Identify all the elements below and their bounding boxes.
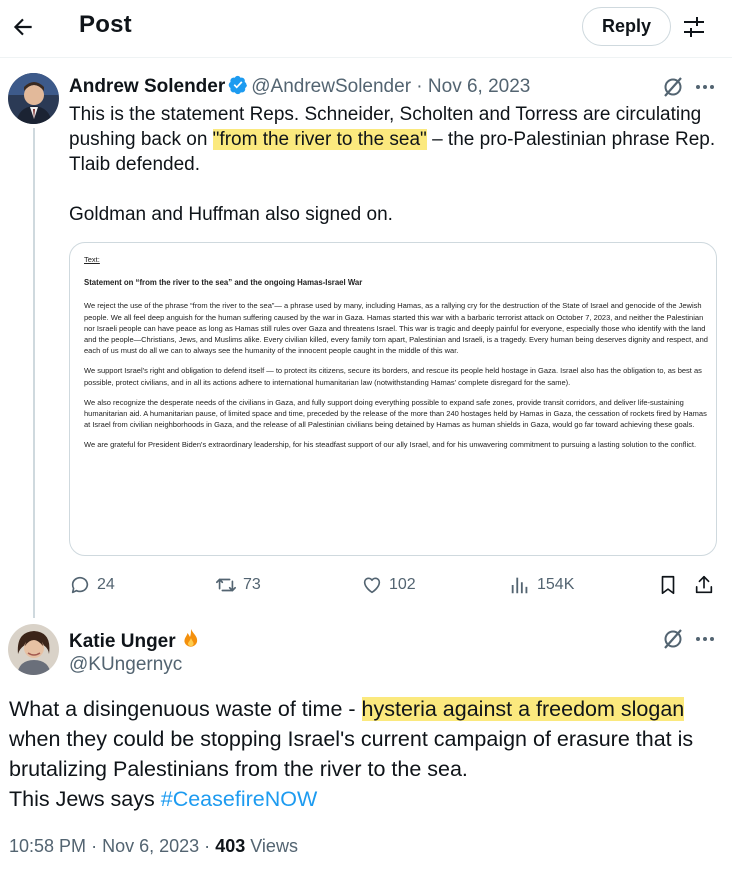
views-action[interactable]: 154K	[509, 572, 574, 598]
tweet2-body: What a disingenuous waste of time - hyst…	[9, 694, 721, 814]
attached-statement-image[interactable]: Text: Statement on “from the river to th…	[69, 242, 717, 556]
like-count: 102	[389, 576, 416, 593]
avatar[interactable]	[8, 624, 59, 675]
repost-action[interactable]: 73	[215, 572, 261, 598]
document-paragraph: We reject the use of the phrase “from th…	[84, 301, 708, 356]
tweet1-second-paragraph: Goldman and Huffman also signed on.	[69, 204, 393, 225]
document-label: Text:	[84, 255, 100, 264]
tweet1-action-bar: 24 73 102 154K	[69, 572, 719, 598]
avatar-image-icon	[8, 624, 59, 675]
analytics-bars-icon	[511, 577, 528, 594]
grok-icon[interactable]	[662, 628, 684, 650]
highlighted-phrase: "from the river to the sea"	[212, 129, 427, 150]
author-name[interactable]: Andrew Solender	[69, 76, 225, 97]
grok-icon[interactable]	[662, 76, 684, 98]
verified-badge-icon	[228, 75, 248, 95]
views-count: 403	[215, 836, 246, 856]
like-action[interactable]: 102	[361, 572, 416, 598]
thread-connector-line	[33, 128, 35, 618]
reply-bubble-icon	[71, 576, 89, 594]
bookmark-icon	[661, 575, 675, 595]
reply-count: 24	[97, 576, 115, 593]
statement-document: Text: Statement on “from the river to th…	[84, 254, 709, 460]
post-timestamp: 10:58 PM · Nov 6, 2023 · 403 Views	[9, 836, 298, 857]
reply-action[interactable]: 24	[69, 572, 115, 598]
highlighted-phrase: hysteria against a freedom slogan	[361, 697, 685, 721]
document-paragraph: We are grateful for President Biden's ex…	[84, 440, 697, 450]
post-date[interactable]: Nov 6, 2023	[428, 76, 530, 97]
view-count: 154K	[537, 576, 575, 593]
avatar-image-icon	[8, 73, 59, 124]
back-arrow-icon[interactable]	[10, 14, 36, 40]
meta-separator: ·	[91, 836, 98, 856]
tweet1-body: This is the statement Reps. Schneider, S…	[69, 102, 719, 177]
hashtag-link[interactable]: #CeasefireNOW	[161, 787, 318, 811]
header-divider	[0, 57, 732, 58]
more-options-icon[interactable]	[694, 630, 716, 648]
meta-separator: ·	[416, 76, 423, 97]
page-title: Post	[79, 11, 132, 38]
post-date[interactable]: Nov 6, 2023	[102, 836, 199, 856]
share-action[interactable]	[693, 572, 715, 598]
more-options-icon[interactable]	[694, 78, 716, 96]
post-header: Post Reply	[0, 0, 732, 54]
author-name[interactable]: Katie Unger	[69, 631, 176, 652]
repost-count: 73	[243, 576, 261, 593]
tweet1-author-row: Andrew Solender @AndrewSolender · Nov 6,…	[69, 75, 530, 98]
meta-separator: ·	[204, 836, 211, 856]
repost-icon	[216, 578, 236, 592]
reply-button[interactable]: Reply	[582, 7, 671, 46]
share-icon	[695, 575, 713, 594]
bookmark-action[interactable]	[657, 572, 679, 598]
post-time[interactable]: 10:58 PM	[9, 836, 86, 856]
fire-emoji-icon	[184, 629, 198, 647]
tweet-text-segment: What a disingenuous waste of time -	[9, 697, 362, 721]
document-paragraph: We also recognize the desperate needs of…	[84, 397, 707, 430]
views-label: Views	[250, 836, 298, 856]
tweet2-author-row: Katie Unger	[69, 628, 201, 653]
avatar[interactable]	[8, 73, 59, 124]
settings-sliders-icon[interactable]	[682, 16, 706, 38]
heart-icon	[363, 577, 381, 594]
document-title: Statement on “from the river to the sea”…	[84, 278, 363, 288]
document-paragraph: We support Israel's right and obligation…	[84, 366, 702, 387]
tweet-text-segment: This Jews says	[9, 787, 161, 811]
author-handle[interactable]: @KUngernyc	[69, 654, 182, 676]
author-handle[interactable]: @AndrewSolender	[251, 76, 411, 97]
tweet-text-segment: when they could be stopping Israel's cur…	[9, 727, 694, 781]
